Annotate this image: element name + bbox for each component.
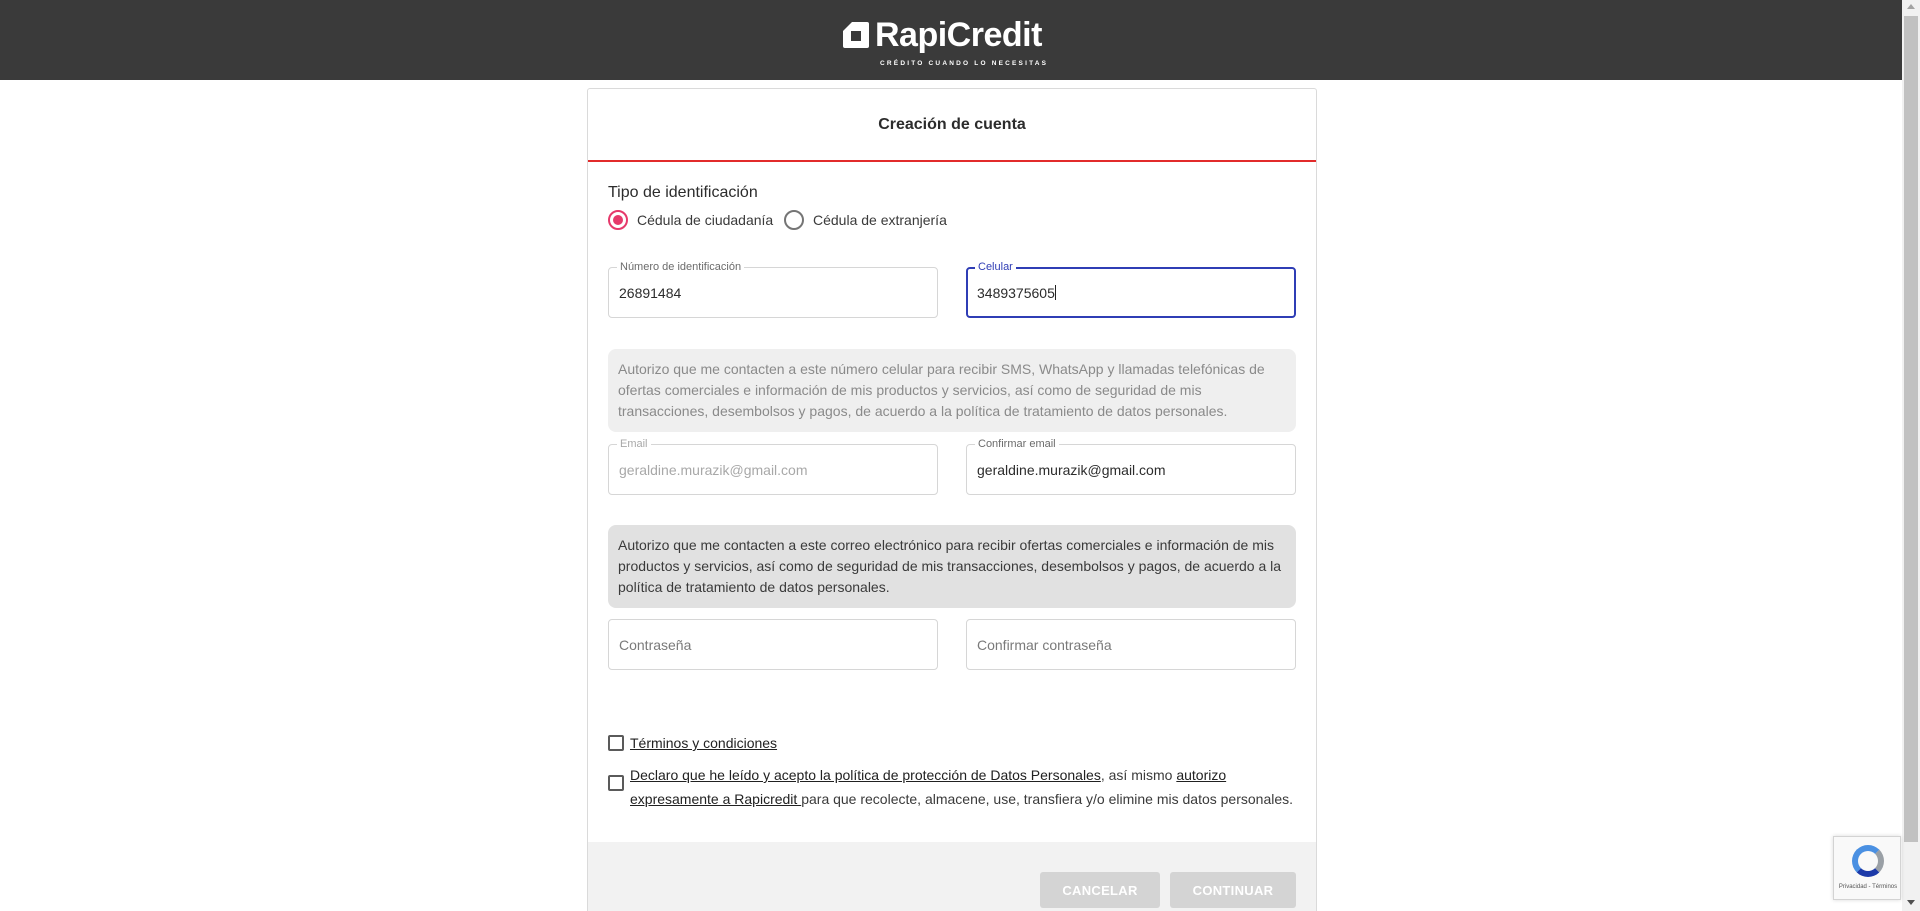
radio-cedula-extranjeria[interactable]: Cédula de extranjería bbox=[784, 210, 947, 230]
id-number-field[interactable]: Número de identificación 26891484 bbox=[608, 261, 938, 318]
email-field[interactable]: Email geraldine.murazik@gmail.com bbox=[608, 438, 938, 495]
confirm-password-field[interactable]: Confirmar contraseña bbox=[966, 619, 1296, 670]
recaptcha-icon bbox=[1852, 845, 1884, 877]
email-consent-notice: Autorizo que me contacten a este correo … bbox=[608, 525, 1296, 608]
card-footer: CANCELAR CONTINUAR bbox=[588, 842, 1316, 911]
phone-value-wrap: 3489375605 bbox=[977, 285, 1056, 301]
recaptcha-badge[interactable]: Privacidad - Términos bbox=[1833, 836, 1901, 900]
email-value: geraldine.murazik@gmail.com bbox=[619, 462, 808, 478]
radio-checked-icon[interactable] bbox=[608, 210, 628, 230]
privacy-text-2: para que recolecte, almacene, use, trans… bbox=[801, 791, 1294, 807]
id-number-value: 26891484 bbox=[619, 285, 682, 301]
password-placeholder: Contraseña bbox=[619, 637, 692, 653]
scroll-thumb[interactable] bbox=[1904, 16, 1918, 842]
confirm-email-field[interactable]: Confirmar email geraldine.murazik@gmail.… bbox=[966, 438, 1296, 495]
logo-brand-text: RapiCredit bbox=[875, 16, 1042, 54]
privacy-text-1: , así mismo bbox=[1100, 767, 1177, 783]
privacy-policy-link[interactable]: Declaro que he leído y acepto la polític… bbox=[630, 767, 1101, 783]
text-caret bbox=[1054, 285, 1056, 300]
scroll-down-arrow-icon[interactable] bbox=[1907, 900, 1915, 905]
logo-tagline: CRÉDITO CUANDO LO NECESITAS bbox=[880, 60, 1049, 67]
terms-checkbox[interactable] bbox=[608, 735, 624, 751]
logo-mark-icon bbox=[843, 22, 869, 48]
confirm-password-placeholder: Confirmar contraseña bbox=[977, 637, 1112, 653]
privacy-checkbox-row: Declaro que he leído y acepto la polític… bbox=[608, 763, 1308, 811]
phone-field[interactable]: Celular 3489375605 bbox=[966, 261, 1296, 318]
phone-value: 3489375605 bbox=[977, 285, 1055, 301]
id-number-label: Número de identificación bbox=[617, 261, 745, 273]
terms-link[interactable]: Términos y condiciones bbox=[630, 731, 777, 755]
privacy-checkbox[interactable] bbox=[608, 775, 624, 791]
confirm-email-label: Confirmar email bbox=[975, 438, 1059, 450]
phone-label: Celular bbox=[975, 261, 1016, 273]
terms-checkbox-row: Términos y condiciones bbox=[608, 731, 777, 755]
confirm-email-value: geraldine.murazik@gmail.com bbox=[977, 462, 1166, 478]
account-creation-card: Creación de cuenta Tipo de identificació… bbox=[587, 88, 1317, 911]
continue-button[interactable]: CONTINUAR bbox=[1170, 872, 1296, 908]
email-label: Email bbox=[617, 438, 651, 450]
top-header: RapiCredit CRÉDITO CUANDO LO NECESITAS bbox=[0, 0, 1902, 80]
cancel-button[interactable]: CANCELAR bbox=[1040, 872, 1160, 908]
id-type-label: Tipo de identificación bbox=[608, 184, 758, 201]
page-scrollbar[interactable] bbox=[1902, 0, 1920, 911]
rapicredit-logo[interactable]: RapiCredit CRÉDITO CUANDO LO NECESITAS bbox=[843, 16, 1061, 70]
radio-unchecked-icon[interactable] bbox=[784, 210, 804, 230]
card-header: Creación de cuenta bbox=[588, 89, 1316, 162]
radio-label: Cédula de extranjería bbox=[813, 212, 947, 228]
password-field[interactable]: Contraseña bbox=[608, 619, 938, 670]
scroll-up-arrow-icon[interactable] bbox=[1907, 4, 1915, 9]
privacy-text: Declaro que he leído y acepto la polític… bbox=[630, 763, 1308, 811]
phone-consent-notice: Autorizo que me contacten a este número … bbox=[608, 349, 1296, 432]
page-title: Creación de cuenta bbox=[878, 115, 1026, 133]
recaptcha-footer[interactable]: Privacidad - Términos bbox=[1834, 884, 1902, 890]
radio-cedula-ciudadania[interactable]: Cédula de ciudadanía bbox=[608, 210, 773, 230]
radio-label: Cédula de ciudadanía bbox=[637, 212, 774, 228]
